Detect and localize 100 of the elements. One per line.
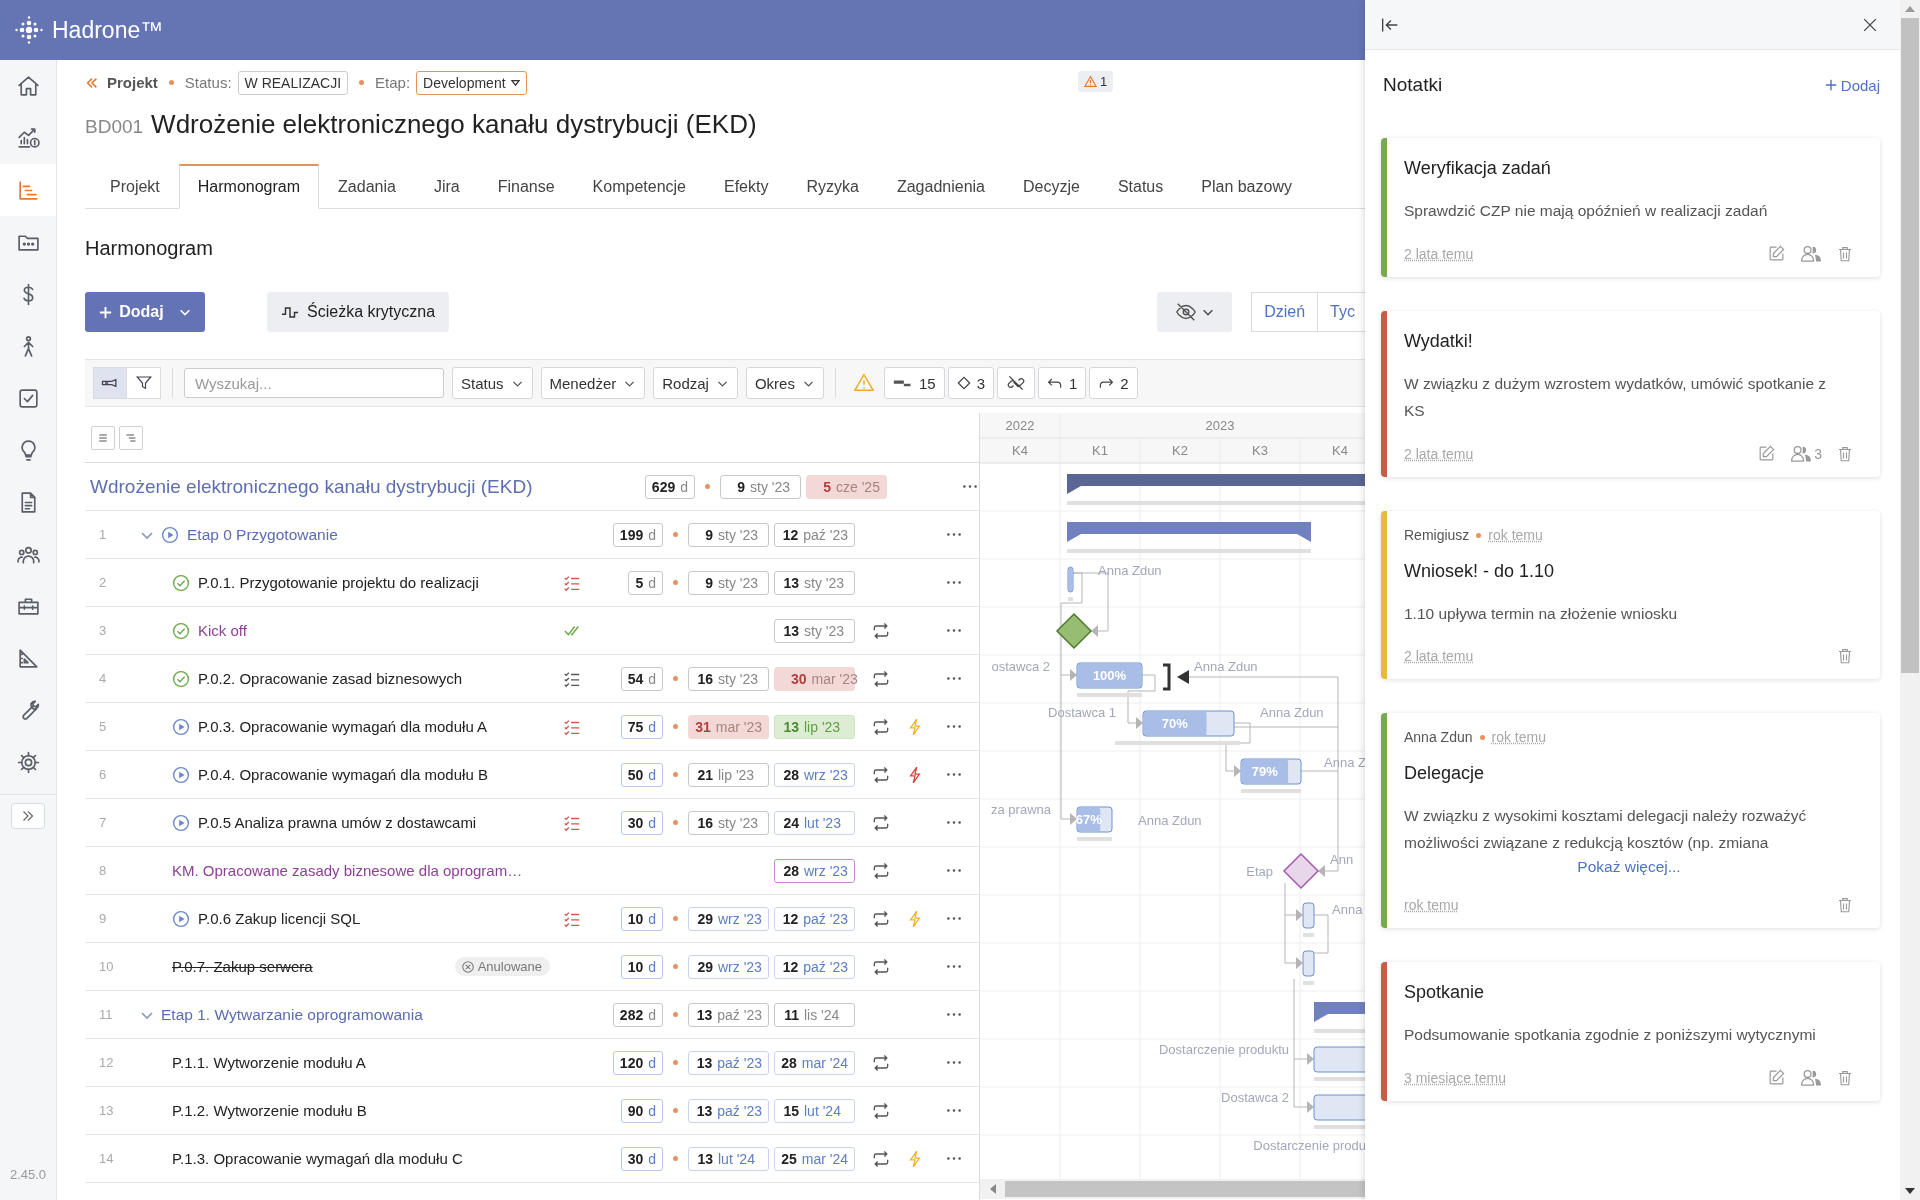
more-icon[interactable]: [945, 676, 962, 681]
more-icon[interactable]: [945, 964, 962, 969]
repeat-icon[interactable]: [871, 620, 891, 641]
task-name[interactable]: P.0.1. Przygotowanie projektu do realizacji: [198, 574, 479, 591]
filter-dropdown[interactable]: Okres: [745, 367, 824, 399]
checklist-icon[interactable]: [563, 909, 581, 928]
tab[interactable]: Harmonogram: [178, 164, 320, 209]
start-date-field[interactable]: 9 sty '23: [720, 474, 801, 499]
view-mode-button[interactable]: Tyc: [1318, 292, 1365, 332]
start-date-field[interactable]: 9 sty '23: [688, 522, 769, 547]
start-date-field[interactable]: 31 mar '23: [688, 714, 769, 739]
milestone-name[interactable]: KM. Opracowane zasady biznesowe dla oprogram…: [172, 862, 523, 879]
more-icon[interactable]: [945, 1060, 962, 1065]
tab[interactable]: Kompetencje: [573, 164, 705, 209]
counter-button[interactable]: 2: [1089, 367, 1138, 399]
task-name[interactable]: P.0.5 Analiza prawna umów z dostawcami: [198, 814, 477, 831]
start-date-field[interactable]: 29 wrz '23: [688, 906, 769, 931]
end-date-field[interactable]: 11 lis '24: [774, 1002, 855, 1027]
share-button[interactable]: [1800, 1068, 1822, 1087]
trash-icon[interactable]: [1836, 1068, 1854, 1087]
tab[interactable]: Projekt: [91, 164, 179, 209]
task-name[interactable]: P.0.6 Zakup licencji SQL: [198, 910, 361, 927]
filter-dropdown[interactable]: Status: [452, 367, 533, 399]
checklist-icon[interactable]: [563, 669, 581, 688]
more-icon[interactable]: [945, 580, 962, 585]
start-date-field[interactable]: 13 lut '24: [688, 1146, 769, 1171]
duration-field[interactable]: 90 d: [620, 1098, 663, 1123]
tab[interactable]: Ryzyka: [787, 164, 878, 209]
start-date-field[interactable]: 9 sty '23: [688, 570, 769, 595]
tab[interactable]: Efekty: [705, 164, 788, 209]
checklist-icon[interactable]: [563, 813, 581, 832]
end-date-field[interactable]: 24 lut '23: [774, 810, 855, 835]
start-date-field[interactable]: 13 paź '23: [688, 1098, 769, 1123]
trash-icon[interactable]: [1836, 244, 1854, 263]
repeat-icon[interactable]: [871, 1148, 891, 1169]
task-name[interactable]: P.0.4. Opracowanie wymagań dla modułu B: [198, 766, 488, 783]
share-button[interactable]: [1800, 244, 1822, 263]
filter-dropdown[interactable]: Menedżer: [540, 367, 646, 399]
warning-badge[interactable]: 1: [1078, 71, 1114, 92]
end-date-field[interactable]: 28 wrz '23: [774, 762, 855, 787]
duration-field[interactable]: 5 d: [628, 570, 663, 595]
duration-field[interactable]: 120 d: [612, 1050, 663, 1075]
critical-path-button[interactable]: Ścieżka krytyczna: [267, 292, 450, 332]
more-icon[interactable]: [961, 484, 978, 489]
start-date-field[interactable]: 29 wrz '23: [688, 954, 769, 979]
end-date-field[interactable]: 12 paź '23: [774, 906, 855, 931]
repeat-icon[interactable]: [871, 716, 891, 737]
end-date-field[interactable]: 15 lut '24: [774, 1098, 855, 1123]
start-date-field[interactable]: 21 lip '23: [688, 762, 769, 787]
view-mode-button[interactable]: Dzień: [1251, 292, 1319, 332]
more-icon[interactable]: [945, 820, 962, 825]
tab[interactable]: Zadania: [319, 164, 415, 209]
counter-button[interactable]: 15: [883, 367, 945, 399]
project-name[interactable]: Wdrożenie elektronicznego kanału dystrybucji (EKD): [85, 475, 588, 498]
end-date-field[interactable]: 5 cze '25: [806, 474, 887, 499]
tab[interactable]: Zagadnienia: [877, 164, 1004, 209]
end-date-field[interactable]: 13 sty '23: [774, 570, 855, 595]
tab[interactable]: Decyzje: [1004, 164, 1099, 209]
start-date-field[interactable]: 13 paź '23: [688, 1050, 769, 1075]
visibility-dropdown[interactable]: [1157, 292, 1233, 332]
expand-sidebar-button[interactable]: [11, 803, 45, 829]
end-date-field[interactable]: 28 mar '24: [774, 1050, 855, 1075]
duration-field[interactable]: 30 d: [620, 810, 663, 835]
edit-icon[interactable]: [1767, 1068, 1786, 1087]
checklist-icon[interactable]: [563, 573, 581, 592]
end-date-field[interactable]: 30 mar '23: [774, 666, 855, 691]
task-name[interactable]: P.1.2. Wytworzenie modułu B: [172, 1102, 367, 1119]
duration-field[interactable]: 10 d: [620, 906, 663, 931]
task-bar[interactable]: [1302, 950, 1315, 977]
repeat-icon[interactable]: [871, 764, 891, 785]
phase-name[interactable]: Etap 0 Przygotowanie: [187, 525, 338, 544]
task-name[interactable]: P.1.1. Wytworzenie modułu A: [172, 1054, 366, 1071]
start-date-field[interactable]: 16 sty '23: [688, 666, 769, 691]
more-icon[interactable]: [945, 1156, 962, 1161]
start-date-field[interactable]: 13 paź '23: [688, 1002, 769, 1027]
checklist-icon[interactable]: [563, 717, 581, 736]
tab[interactable]: Status: [1098, 164, 1183, 209]
task-bar[interactable]: [1067, 566, 1074, 593]
back-link[interactable]: Projekt: [107, 74, 158, 92]
summary-bar[interactable]: [1067, 522, 1311, 542]
more-icon[interactable]: [945, 1012, 962, 1017]
duration-field[interactable]: 10 d: [620, 954, 663, 979]
summary-bar[interactable]: [1067, 474, 1365, 494]
repeat-icon[interactable]: [871, 668, 891, 689]
stage-dropdown[interactable]: Development: [416, 70, 527, 95]
duration-field[interactable]: 629 d: [644, 474, 695, 499]
end-date-field[interactable]: 13 sty '23: [774, 618, 855, 643]
horizontal-scrollbar[interactable]: [980, 1179, 1365, 1199]
tab[interactable]: Plan bazowy: [1182, 164, 1311, 209]
scroll-down-icon[interactable]: [1905, 1188, 1915, 1194]
repeat-icon[interactable]: [871, 1100, 891, 1121]
repeat-icon[interactable]: [871, 860, 891, 881]
milestone-diamond[interactable]: [1055, 612, 1093, 650]
edit-icon[interactable]: [1757, 444, 1777, 463]
repeat-icon[interactable]: [871, 956, 891, 977]
tab[interactable]: Finanse: [478, 164, 574, 209]
search-field[interactable]: Wyszukaj...: [184, 368, 444, 398]
trash-icon[interactable]: [1836, 444, 1854, 463]
edit-icon[interactable]: [1767, 244, 1786, 263]
more-icon[interactable]: [945, 1108, 962, 1113]
